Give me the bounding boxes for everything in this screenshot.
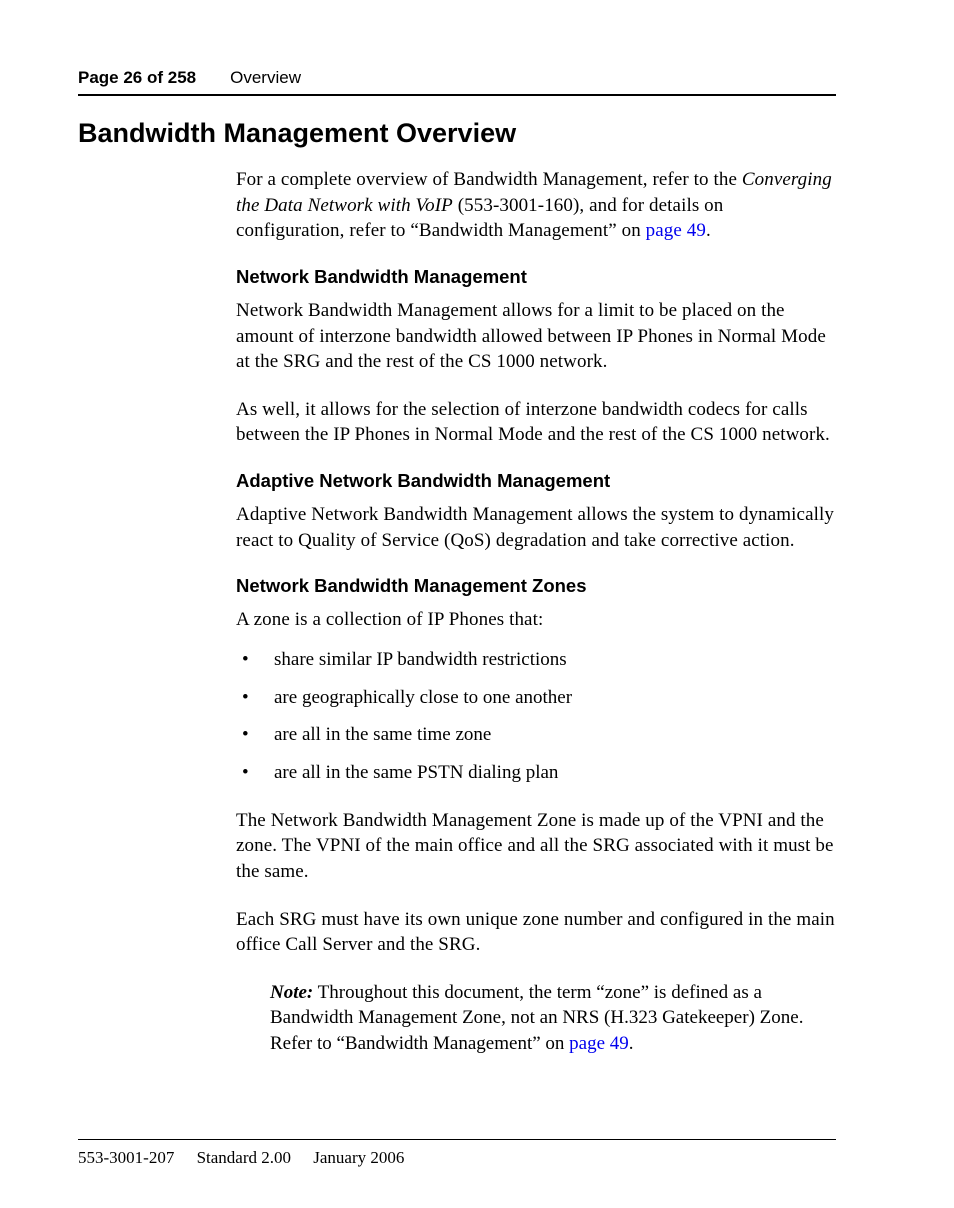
document-page: Page 26 of 258 Overview Bandwidth Manage… [0,0,954,1208]
paragraph: Adaptive Network Bandwidth Management al… [236,502,836,553]
list-item: •share similar IP bandwidth restrictions [236,647,836,673]
link-page-49[interactable]: page 49 [646,220,706,241]
footer-date: January 2006 [313,1148,404,1167]
header-section: Overview [230,68,301,88]
intro-paragraph: For a complete overview of Bandwidth Man… [236,167,836,244]
intro-post: . [706,220,711,241]
paragraph: A zone is a collection of IP Phones that… [236,607,836,633]
body-content: For a complete overview of Bandwidth Man… [236,167,836,1057]
page-number: Page 26 of 258 [78,68,196,88]
subheading-bm-zones: Network Bandwidth Management Zones [236,575,836,597]
bullet-text: share similar IP bandwidth restrictions [274,647,567,673]
list-item: •are geographically close to one another [236,685,836,711]
note-post: . [629,1033,634,1054]
note-pre: Throughout this document, the term “zone… [270,982,803,1054]
footer-docnum: 553-3001-207 [78,1148,174,1167]
page-footer: 553-3001-207 Standard 2.00 January 2006 [78,1139,836,1168]
section-title: Bandwidth Management Overview [78,118,836,149]
paragraph: The Network Bandwidth Management Zone is… [236,808,836,885]
bullet-list: •share similar IP bandwidth restrictions… [236,647,836,786]
bullet-icon: • [236,647,274,673]
paragraph: Each SRG must have its own unique zone n… [236,907,836,958]
intro-pre: For a complete overview of Bandwidth Man… [236,169,742,190]
link-page-49-note[interactable]: page 49 [569,1033,629,1054]
bullet-icon: • [236,685,274,711]
bullet-icon: • [236,722,274,748]
page-header: Page 26 of 258 Overview [78,68,836,96]
bullet-text: are geographically close to one another [274,685,572,711]
note-block: Note: Throughout this document, the term… [270,980,836,1057]
paragraph: As well, it allows for the selection of … [236,397,836,448]
list-item: •are all in the same time zone [236,722,836,748]
bullet-icon: • [236,760,274,786]
bullet-text: are all in the same time zone [274,722,491,748]
footer-standard: Standard 2.00 [197,1148,291,1167]
note-label: Note: [270,982,313,1003]
paragraph: Network Bandwidth Management allows for … [236,298,836,375]
subheading-adaptive-bm: Adaptive Network Bandwidth Management [236,470,836,492]
subheading-network-bm: Network Bandwidth Management [236,266,836,288]
list-item: •are all in the same PSTN dialing plan [236,760,836,786]
bullet-text: are all in the same PSTN dialing plan [274,760,558,786]
